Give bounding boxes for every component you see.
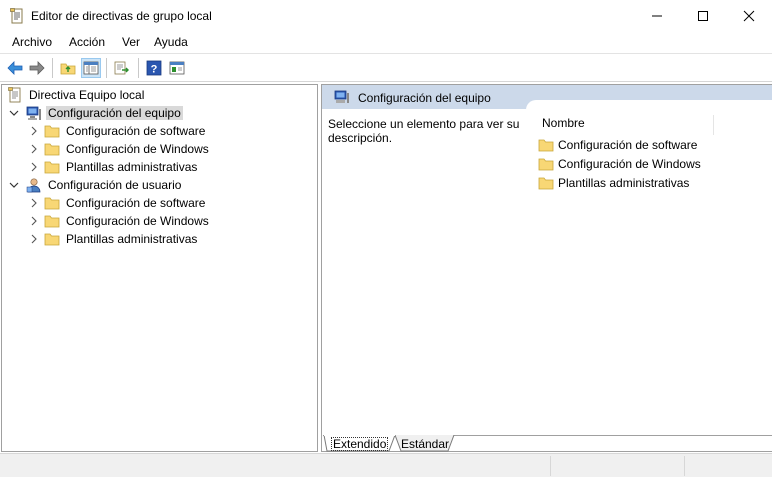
tree-pane: Directiva Equipo local Configuración del… bbox=[1, 84, 318, 452]
computer-icon bbox=[26, 106, 41, 120]
tree-item-label: Configuración de usuario bbox=[48, 178, 182, 192]
tree-root[interactable]: Directiva Equipo local bbox=[7, 86, 146, 104]
minimize-icon bbox=[652, 15, 662, 16]
properties-button[interactable] bbox=[167, 58, 187, 78]
tree-item-computer-config[interactable]: Configuración del equipo bbox=[26, 104, 183, 122]
window-title: Editor de directivas de grupo local bbox=[31, 9, 212, 23]
menu-archivo[interactable]: Archivo bbox=[12, 35, 52, 49]
tree-item-computer-windows[interactable]: Configuración de Windows bbox=[44, 140, 211, 158]
back-icon bbox=[7, 61, 23, 75]
menu-ver[interactable]: Ver bbox=[122, 35, 140, 49]
show-hide-tree-icon bbox=[83, 61, 99, 75]
up-folder-button[interactable] bbox=[58, 58, 78, 78]
tab-standard[interactable]: Estándar bbox=[399, 435, 449, 452]
list-item-admin-templates[interactable]: Plantillas administrativas bbox=[538, 174, 689, 192]
details-header-title: Configuración del equipo bbox=[358, 91, 491, 105]
back-button[interactable] bbox=[5, 58, 25, 78]
show-hide-tree-button[interactable] bbox=[81, 58, 101, 78]
header-curve bbox=[526, 100, 772, 112]
up-folder-icon bbox=[60, 63, 76, 75]
tree-item-label: Configuración de Windows bbox=[66, 142, 209, 156]
folder-icon bbox=[44, 215, 60, 228]
title-bar: Editor de directivas de grupo local bbox=[0, 0, 772, 31]
folder-icon bbox=[44, 143, 60, 156]
tree-item-label: Configuración de software bbox=[66, 196, 206, 210]
policy-document-icon bbox=[8, 87, 21, 103]
chevron-right-icon[interactable] bbox=[29, 126, 39, 136]
tab-extended[interactable]: Extendido bbox=[327, 435, 389, 452]
tree-item-user-software[interactable]: Configuración de software bbox=[44, 194, 207, 212]
forward-button[interactable] bbox=[27, 58, 47, 78]
tab-standard-label: Estándar bbox=[401, 437, 450, 451]
list-item-windows[interactable]: Configuración de Windows bbox=[538, 155, 701, 173]
list-item-label: Configuración de software bbox=[558, 138, 698, 152]
chevron-right-icon[interactable] bbox=[29, 144, 39, 154]
tree-item-user-admin-templates[interactable]: Plantillas administrativas bbox=[44, 230, 199, 248]
tree-root-label: Directiva Equipo local bbox=[29, 88, 145, 102]
chevron-down-icon[interactable] bbox=[9, 180, 19, 190]
minimize-button[interactable] bbox=[634, 0, 680, 31]
properties-icon bbox=[169, 61, 185, 75]
folder-icon bbox=[44, 233, 60, 246]
tab-extended-label: Extendido bbox=[331, 437, 389, 451]
status-bar bbox=[0, 453, 772, 477]
list-item-label: Plantillas administrativas bbox=[558, 176, 690, 190]
menu-accion[interactable]: Acción bbox=[69, 35, 105, 49]
close-button[interactable] bbox=[726, 0, 772, 31]
folder-icon bbox=[538, 177, 554, 190]
tree-item-label: Plantillas administrativas bbox=[66, 160, 198, 174]
folder-icon bbox=[44, 161, 60, 174]
folder-icon bbox=[538, 158, 554, 171]
close-icon bbox=[743, 10, 755, 21]
description-text: Seleccione un elemento para ver su descr… bbox=[328, 117, 520, 145]
forward-icon bbox=[29, 61, 45, 75]
maximize-button[interactable] bbox=[680, 0, 726, 31]
chevron-right-icon[interactable] bbox=[29, 162, 39, 172]
view-tabs: Extendido Estándar bbox=[323, 432, 772, 452]
export-list-button[interactable] bbox=[112, 58, 132, 78]
folder-icon bbox=[44, 197, 60, 210]
chevron-right-icon[interactable] bbox=[29, 198, 39, 208]
chevron-right-icon[interactable] bbox=[29, 234, 39, 244]
tree-item-label: Plantillas administrativas bbox=[66, 232, 198, 246]
column-header-name[interactable]: Nombre bbox=[540, 115, 714, 135]
toolbar: ? bbox=[0, 53, 772, 82]
details-pane: Configuración del equipo Seleccione un e… bbox=[321, 84, 772, 452]
export-list-icon bbox=[114, 61, 129, 75]
svg-text:?: ? bbox=[151, 64, 158, 76]
tree-item-label: Configuración de Windows bbox=[66, 214, 209, 228]
user-icon bbox=[26, 178, 41, 193]
tree-item-user-config[interactable]: Configuración de usuario bbox=[26, 176, 183, 194]
folder-icon bbox=[44, 125, 60, 138]
maximize-icon bbox=[698, 10, 708, 21]
tree-item-user-windows[interactable]: Configuración de Windows bbox=[44, 212, 211, 230]
chevron-down-icon[interactable] bbox=[9, 108, 19, 118]
tree-item-computer-software[interactable]: Configuración de software bbox=[44, 122, 207, 140]
policy-document-icon bbox=[10, 8, 23, 24]
menu-bar: Archivo Acción Ver Ayuda bbox=[0, 31, 772, 53]
folder-icon bbox=[538, 139, 554, 152]
list-item-software[interactable]: Configuración de software bbox=[538, 136, 697, 154]
tree-item-label: Configuración del equipo bbox=[46, 106, 183, 120]
column-header-label: Nombre bbox=[542, 116, 585, 130]
chevron-right-icon[interactable] bbox=[29, 216, 39, 226]
help-icon: ? bbox=[146, 60, 162, 76]
tree-item-label: Configuración de software bbox=[66, 124, 206, 138]
help-button[interactable]: ? bbox=[144, 58, 164, 78]
list-item-label: Configuración de Windows bbox=[558, 157, 701, 171]
tree-item-computer-admin-templates[interactable]: Plantillas administrativas bbox=[44, 158, 199, 176]
menu-ayuda[interactable]: Ayuda bbox=[154, 35, 188, 49]
computer-icon bbox=[334, 90, 349, 103]
